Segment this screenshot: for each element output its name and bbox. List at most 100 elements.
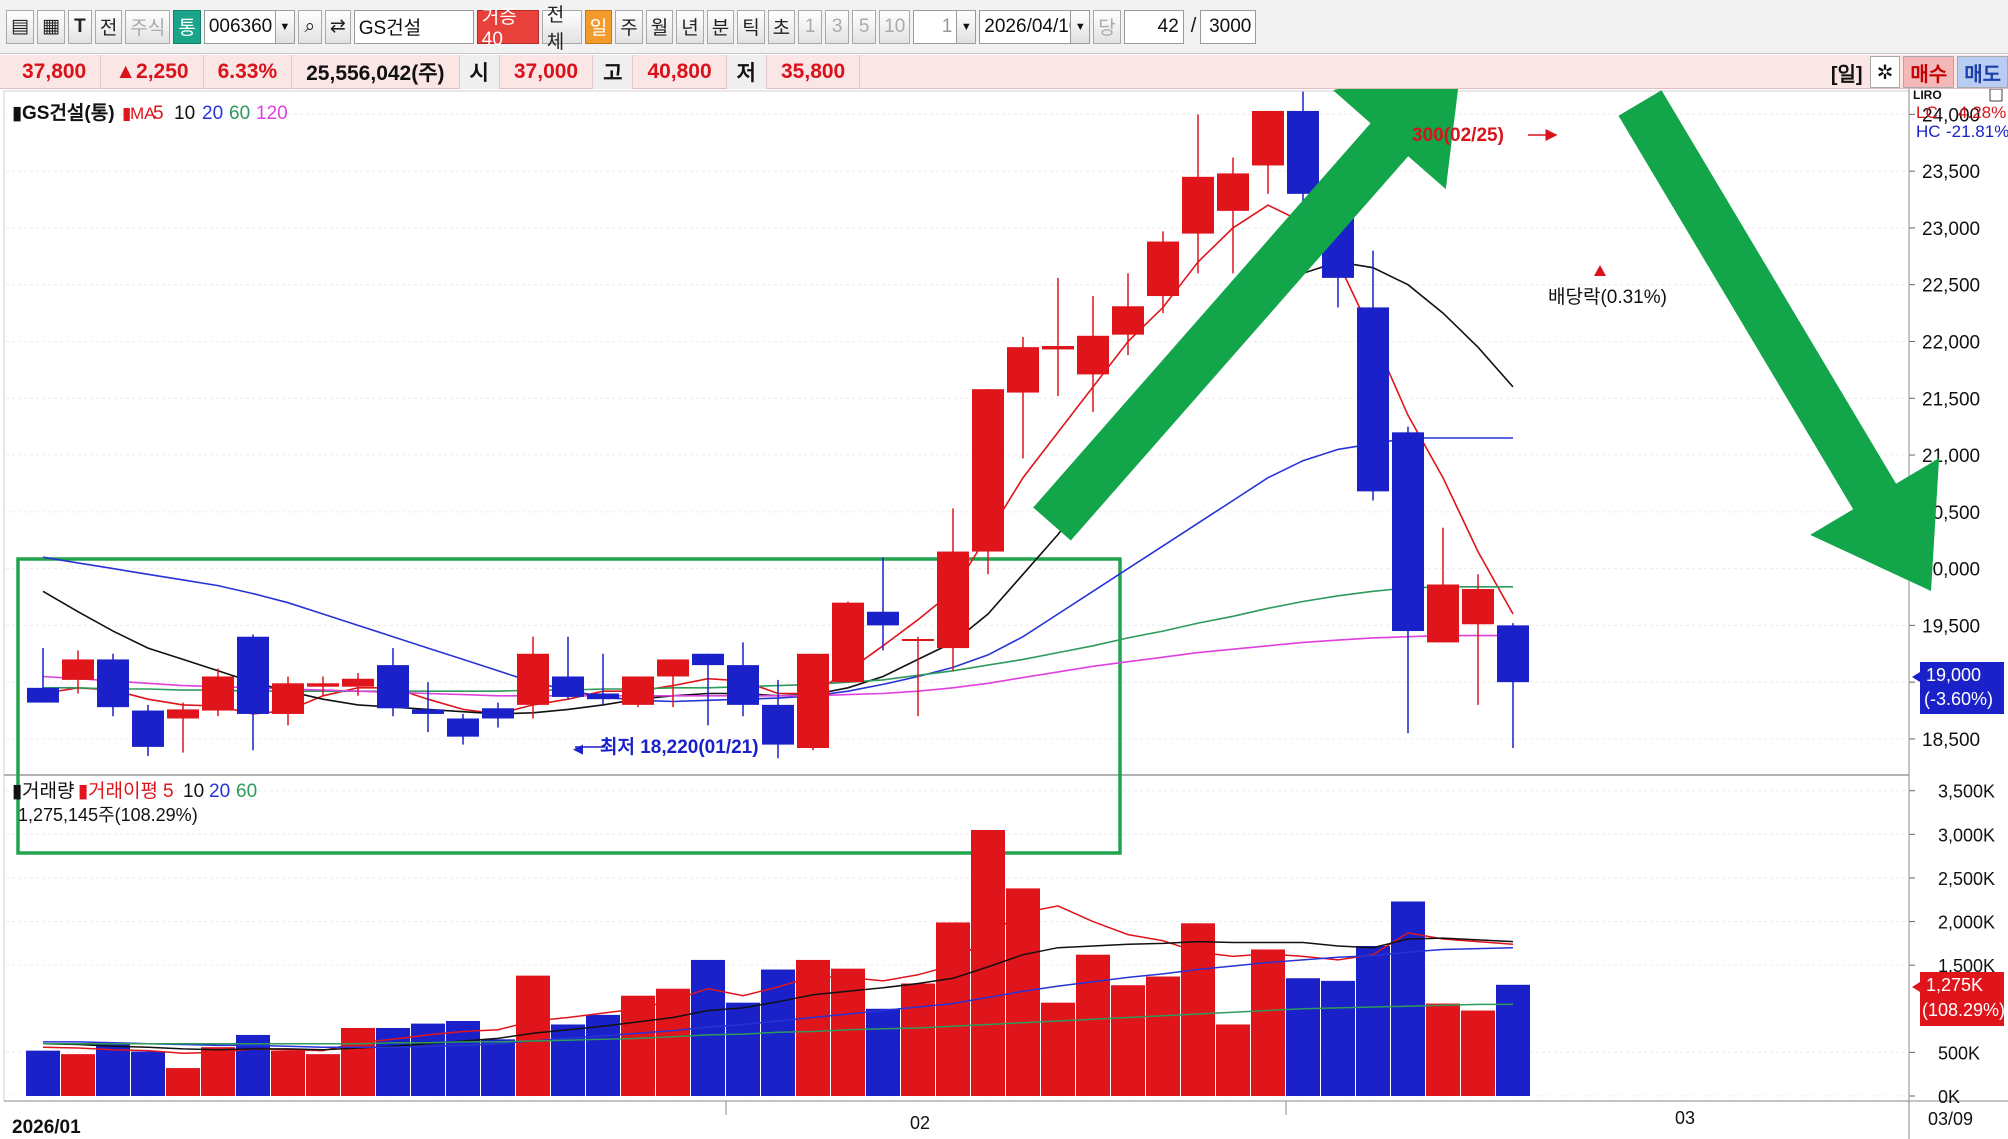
candle-up	[1217, 173, 1249, 211]
candle-down	[97, 659, 129, 708]
volume-bar	[1321, 980, 1355, 1096]
period-tick-button[interactable]: 틱	[737, 9, 765, 44]
candle-up	[272, 683, 304, 714]
volume-avg-label: 거래이평	[88, 780, 158, 802]
period-minute-button[interactable]: 분	[706, 9, 735, 44]
candle-down	[1357, 307, 1389, 492]
market-toggle-button[interactable]: 통	[173, 9, 201, 44]
grid-icon[interactable]: ▦	[36, 9, 65, 44]
candlesticks	[27, 91, 1529, 759]
low-price: 35,800	[767, 54, 861, 89]
volume-bar	[1356, 945, 1390, 1096]
open-price: 37,000	[500, 54, 594, 89]
candle-up	[1007, 347, 1039, 393]
market-label[interactable]: 주식	[125, 9, 171, 44]
sell-button[interactable]: 매도	[1957, 56, 2008, 88]
candle-up	[167, 709, 199, 719]
price-tick-label: 19,500	[1922, 616, 1980, 637]
volume-bar	[866, 1008, 900, 1096]
period-second-button[interactable]: 초	[767, 9, 796, 44]
downtrend-arrow	[1618, 90, 1940, 591]
volume-bars	[26, 829, 1530, 1096]
candle-up	[517, 653, 549, 705]
interval-value-input[interactable]: 1	[913, 9, 958, 44]
low-marker-arrowhead: ◀	[573, 741, 583, 756]
volume-bar	[1391, 901, 1425, 1096]
x-label-feb: 02	[910, 1113, 930, 1133]
volume-tag-value: 1,275K	[1926, 975, 1983, 995]
full-view-button[interactable]: 전	[94, 9, 123, 44]
volume-tick-label: 0K	[1938, 1087, 1960, 1107]
candle-up	[1182, 176, 1214, 234]
candle-up	[1112, 306, 1144, 335]
chevron-down-icon[interactable]: ▼	[274, 9, 295, 44]
change-percent: 6.33%	[204, 54, 293, 89]
refresh-icon[interactable]: ⇄	[324, 9, 351, 44]
stock-chart[interactable]: 24,00023,50023,00022,50022,00021,50021,0…	[0, 89, 2008, 1139]
volume-bar	[516, 975, 550, 1096]
calendar-dropdown-icon[interactable]: ▼	[1070, 9, 1091, 44]
volume-tick-label: 2,500K	[1938, 869, 1995, 889]
period-week-button[interactable]: 주	[615, 9, 643, 44]
candle-down	[1497, 625, 1529, 683]
candle-down	[867, 611, 899, 626]
volume-bar	[1111, 985, 1145, 1096]
volume-tick-label: 500K	[1938, 1043, 1980, 1063]
x-label-mar: 03	[1675, 1108, 1695, 1128]
candle-up	[342, 678, 374, 687]
text-icon[interactable]: T	[67, 9, 92, 44]
period-day-button[interactable]: 일	[584, 9, 613, 44]
price-tick-label: 18,500	[1922, 730, 1980, 751]
candle-up	[1427, 584, 1459, 643]
stock-code-input[interactable]: 006360	[203, 9, 276, 44]
trend-arrows	[1033, 89, 1940, 591]
volume-bar	[271, 1050, 305, 1096]
candle-up	[1042, 346, 1074, 350]
candle-up	[307, 683, 339, 687]
price-tick-label: 21,500	[1922, 389, 1980, 410]
volume-rank-button[interactable]: 거증40	[476, 7, 539, 50]
lc-value: 4.28%	[1958, 103, 2006, 122]
magnifier-icon[interactable]: ⌕	[297, 9, 322, 44]
interval-1-button[interactable]: 1	[798, 9, 823, 44]
date-input[interactable]: 2026/04/10	[979, 9, 1079, 44]
chevron-down-icon[interactable]: ▼	[956, 9, 977, 44]
price-tick-label: 22,500	[1922, 276, 1980, 297]
price-tick-label: 23,500	[1922, 162, 1980, 183]
volume-tick-label: 2,000K	[1938, 913, 1995, 933]
volume-bar	[341, 1027, 375, 1096]
buy-button[interactable]: 매수	[1903, 56, 1955, 88]
list-icon[interactable]: ▤	[6, 9, 34, 44]
dividend-label: 배당락(0.31%)	[1548, 286, 1667, 308]
candle-down	[132, 710, 164, 747]
volume-bar	[1146, 976, 1180, 1096]
vma5-legend: 5	[163, 781, 174, 802]
count-input[interactable]: 42	[1123, 9, 1184, 44]
price-legend-name: GS건설(통)	[22, 102, 115, 124]
period-year-button[interactable]: 년	[676, 9, 704, 44]
candle-up	[1252, 110, 1284, 166]
candle-up	[1147, 241, 1179, 297]
range-all-button[interactable]: 전체	[541, 5, 582, 53]
candle-down	[692, 653, 724, 666]
interval-3-button[interactable]: 3	[825, 9, 850, 44]
volume-bar	[901, 983, 935, 1096]
expand-icon[interactable]	[1989, 89, 2003, 102]
ma10-legend: 10	[174, 103, 195, 124]
interval-5-button[interactable]: 5	[852, 9, 877, 44]
candle-up	[62, 659, 94, 680]
candle-up	[937, 551, 969, 649]
volume-bar	[1076, 954, 1110, 1096]
volume-bar	[166, 1068, 200, 1096]
volume-bar	[201, 1047, 235, 1096]
interval-10-button[interactable]: 10	[879, 9, 911, 44]
total-count-field: 3000	[1200, 9, 1257, 44]
ma5-legend: 5	[153, 103, 164, 124]
volume-tick-label: 3,000K	[1938, 825, 1995, 845]
candle-down	[237, 636, 269, 714]
ma60-legend: 60	[229, 103, 250, 124]
volume-bar	[831, 968, 865, 1096]
high-marker-label: 300(02/25)	[1412, 125, 1504, 146]
period-month-button[interactable]: 월	[645, 9, 674, 44]
settings-icon[interactable]: ✲	[1869, 56, 1901, 88]
